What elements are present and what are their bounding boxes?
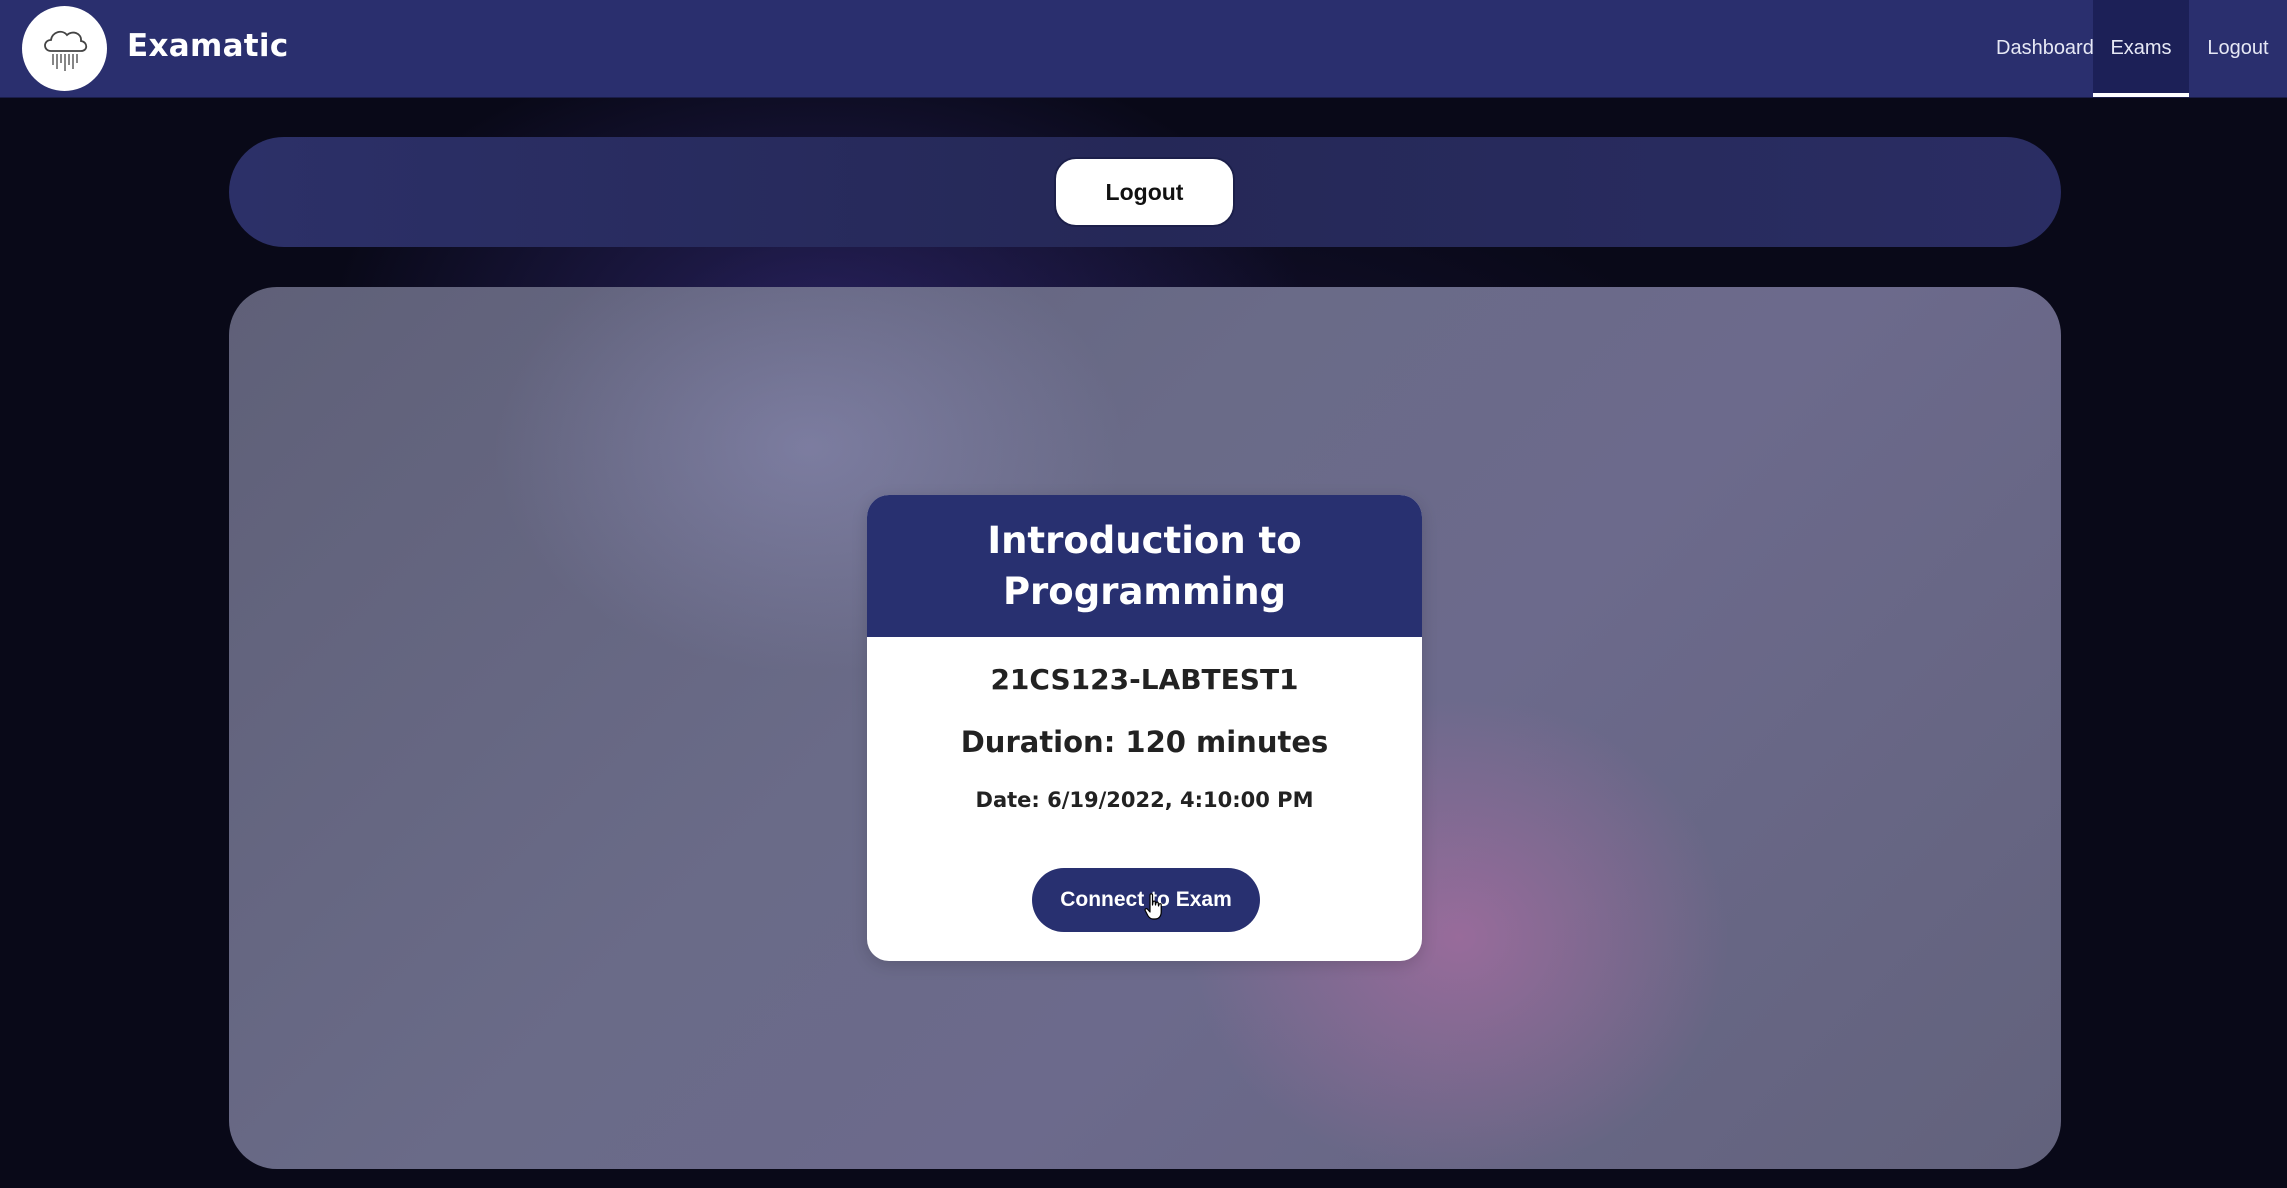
exam-title: Introduction to Programming [987,519,1302,613]
exam-duration: Duration: 120 minutes [960,725,1329,759]
exam-date: Date: 6/19/2022, 4:10:00 PM [975,788,1314,812]
brand-name[interactable]: Examatic [127,28,289,64]
logo[interactable] [22,6,107,91]
hand-cursor-icon [1144,893,1162,920]
exam-card-header: Introduction to Programming [867,495,1422,637]
nav-item-logout[interactable]: Logout [2189,0,2287,97]
exam-code: 21CS123-LABTEST1 [990,663,1299,696]
nav-links: Dashboard Exams Logout [1976,0,2287,97]
cloud-rain-icon [43,30,87,71]
nav-item-exams[interactable]: Exams [2093,0,2189,97]
logout-button[interactable]: Logout [1054,157,1235,227]
nav-item-dashboard[interactable]: Dashboard [1976,0,2094,97]
exam-card: Introduction to Programming 21CS123-LABT… [867,495,1422,961]
top-navbar: Examatic Dashboard Exams Logout [0,0,2287,98]
